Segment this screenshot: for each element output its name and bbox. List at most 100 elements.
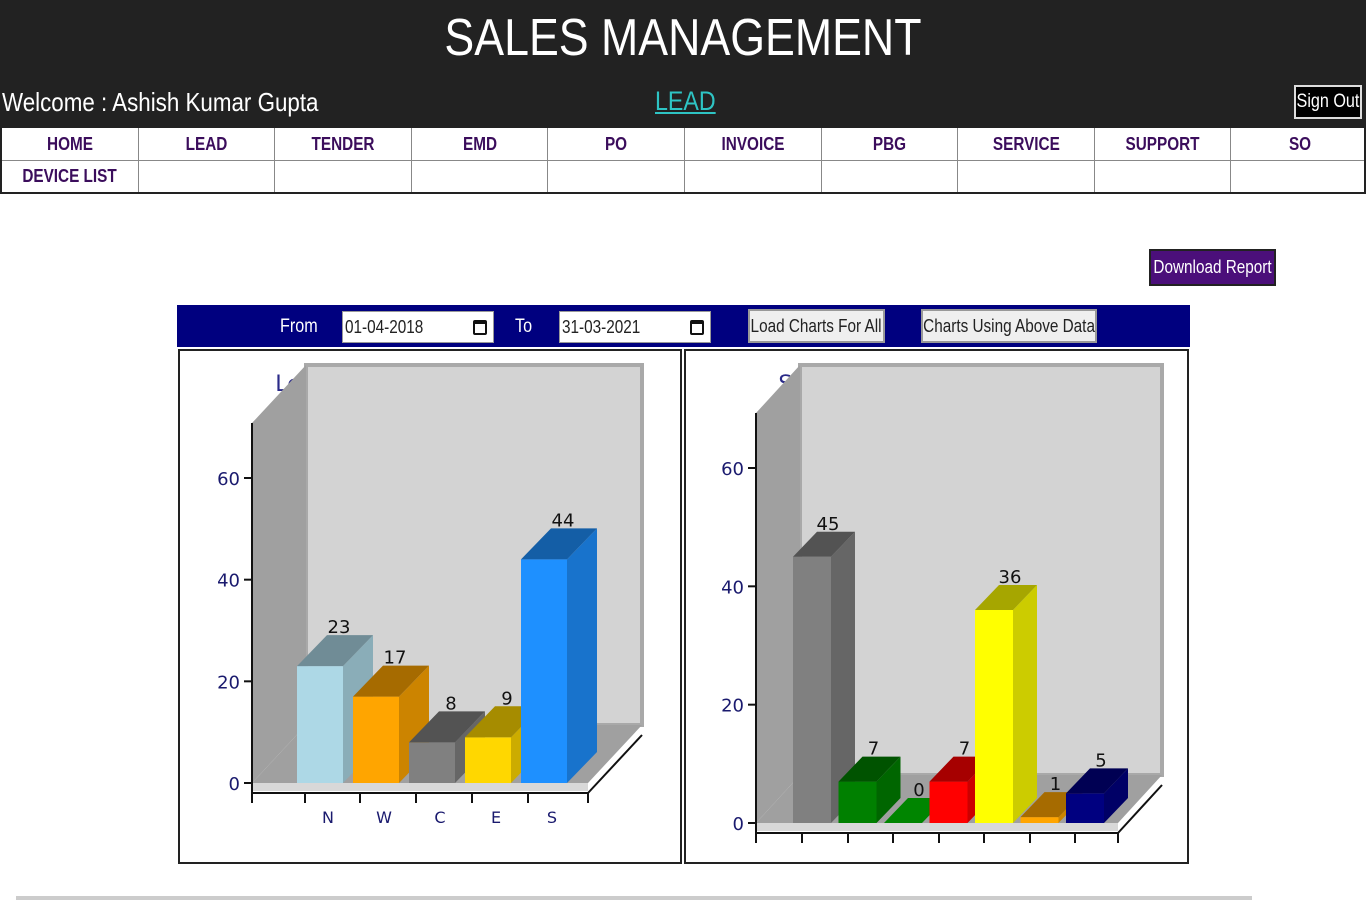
calendar-icon[interactable] — [690, 320, 704, 335]
load-charts-all-button[interactable]: Load Charts For All — [748, 309, 885, 343]
bar-value-label: 0 — [913, 780, 924, 801]
bar-value-label: 17 — [384, 648, 407, 669]
nav-item-service[interactable]: SERVICE — [958, 128, 1095, 160]
nav-row-1: HOME LEAD TENDER EMD PO INVOICE PBG SERV… — [2, 128, 1364, 160]
nav-empty-cell — [1095, 161, 1232, 192]
app-header: SALES MANAGEMENT Welcome : Ashish Kumar … — [0, 0, 1366, 126]
bar-value-label: 44 — [552, 510, 575, 531]
nav-item-label: EMD — [462, 133, 497, 154]
bar-front — [793, 556, 831, 823]
charts-using-data-label: Charts Using Above Data — [923, 315, 1095, 336]
status-chart: Status % (Using Above Data)0204060457073… — [721, 363, 1164, 843]
nav-item-so[interactable]: SO — [1231, 128, 1366, 160]
bar-front — [838, 781, 877, 823]
x-tick-label: N — [322, 808, 334, 827]
from-date-value: 01-04-2018 — [345, 316, 424, 337]
nav-empty-cell — [822, 161, 959, 192]
nav-item-label: TENDER — [311, 133, 375, 154]
bar-value-label: 1 — [1050, 774, 1061, 795]
current-section-link[interactable]: LEAD — [655, 86, 716, 117]
bar-front — [465, 737, 511, 783]
x-tick-label: C — [434, 808, 445, 827]
y-tick-label: 40 — [217, 571, 240, 592]
nav-item-emd[interactable]: EMD — [412, 128, 549, 160]
nav-empty-cell — [1231, 161, 1366, 192]
to-label: To — [515, 316, 533, 337]
to-date-input[interactable]: 31-03-2021 — [559, 311, 711, 343]
nav-item-label: DEVICE LIST — [22, 166, 117, 186]
nav-item-label: SO — [1288, 133, 1311, 154]
nav-item-invoice[interactable]: INVOICE — [685, 128, 822, 160]
nav-empty-cell — [958, 161, 1095, 192]
y-tick-label: 40 — [721, 577, 744, 598]
nav-item-lead[interactable]: LEAD — [139, 128, 276, 160]
nav-empty-cell — [412, 161, 549, 192]
x-tick-label: S — [547, 808, 557, 827]
bar-side — [567, 528, 597, 783]
nav-item-po[interactable]: PO — [548, 128, 685, 160]
bar-front — [1066, 793, 1104, 823]
bar-front — [297, 666, 343, 783]
y-tick-label: 20 — [721, 696, 744, 717]
sign-out-button[interactable]: Sign Out — [1294, 85, 1362, 119]
bar-front — [409, 742, 455, 783]
nav-empty-cell — [548, 161, 685, 192]
charts-using-data-button[interactable]: Charts Using Above Data — [921, 309, 1097, 343]
nav-item-label: INVOICE — [721, 133, 785, 154]
nav-empty-cell — [139, 161, 276, 192]
from-date-input[interactable]: 01-04-2018 — [342, 311, 494, 343]
sign-out-label: Sign Out — [1296, 91, 1360, 112]
y-tick-label: 0 — [229, 774, 240, 795]
main-nav: HOME LEAD TENDER EMD PO INVOICE PBG SERV… — [0, 126, 1366, 194]
y-tick-label: 0 — [733, 814, 744, 835]
nav-item-label: LEAD — [185, 133, 228, 154]
nav-empty-cell — [275, 161, 412, 192]
bar-front — [929, 781, 968, 823]
download-report-button[interactable]: Download Report — [1149, 249, 1276, 286]
nav-item-label: PO — [605, 133, 628, 154]
to-date-value: 31-03-2021 — [562, 316, 641, 337]
download-report-label: Download Report — [1153, 257, 1272, 277]
nav-item-pbg[interactable]: PBG — [822, 128, 959, 160]
nav-item-label: SERVICE — [992, 133, 1060, 154]
x-tick-label: W — [376, 808, 392, 827]
bar-front — [353, 696, 399, 783]
nav-item-device-list[interactable]: DEVICE LIST — [2, 161, 139, 192]
from-label: From — [280, 316, 318, 337]
leads-chart-panel: Leads % (Using Above Data)020406023N17W8… — [178, 349, 682, 864]
bar-front — [521, 559, 567, 783]
leads-chart: Leads % (Using Above Data)020406023N17W8… — [217, 363, 644, 827]
x-tick-label: E — [491, 808, 501, 827]
welcome-text: Welcome : Ashish Kumar Gupta — [2, 87, 319, 117]
nav-item-label: SUPPORT — [1125, 133, 1200, 154]
bar-value-label: 5 — [1095, 750, 1106, 771]
nav-row-2: DEVICE LIST — [2, 160, 1364, 192]
nav-item-support[interactable]: SUPPORT — [1095, 128, 1232, 160]
bar-value-label: 7 — [868, 739, 879, 760]
nav-item-tender[interactable]: TENDER — [275, 128, 412, 160]
bar-front — [975, 610, 1013, 823]
app-title: SALES MANAGEMENT — [444, 9, 922, 67]
date-filter-bar: From 01-04-2018 To 31-03-2021 Load Chart… — [177, 305, 1190, 347]
load-charts-all-label: Load Charts For All — [751, 315, 882, 336]
chart-floor-edge — [756, 823, 1118, 831]
bar-value-label: 45 — [817, 514, 840, 535]
bar-front — [1020, 817, 1059, 823]
bar-value-label: 9 — [501, 688, 512, 709]
y-tick-label: 60 — [721, 459, 744, 480]
y-tick-label: 20 — [217, 672, 240, 693]
bar-value-label: 36 — [999, 567, 1022, 588]
bar-side — [1013, 585, 1037, 823]
nav-item-home[interactable]: HOME — [2, 128, 139, 160]
nav-empty-cell — [685, 161, 822, 192]
nav-item-label: PBG — [872, 133, 906, 154]
bar-value-label: 23 — [328, 617, 351, 638]
nav-item-label: HOME — [46, 133, 93, 154]
chart-floor-edge — [252, 783, 588, 791]
status-chart-panel: Status % (Using Above Data)0204060457073… — [684, 349, 1189, 864]
bar-value-label: 7 — [959, 739, 970, 760]
calendar-icon[interactable] — [473, 320, 487, 335]
y-tick-label: 60 — [217, 469, 240, 490]
bar-value-label: 8 — [445, 693, 456, 714]
horizontal-scrollbar[interactable] — [16, 896, 1252, 900]
